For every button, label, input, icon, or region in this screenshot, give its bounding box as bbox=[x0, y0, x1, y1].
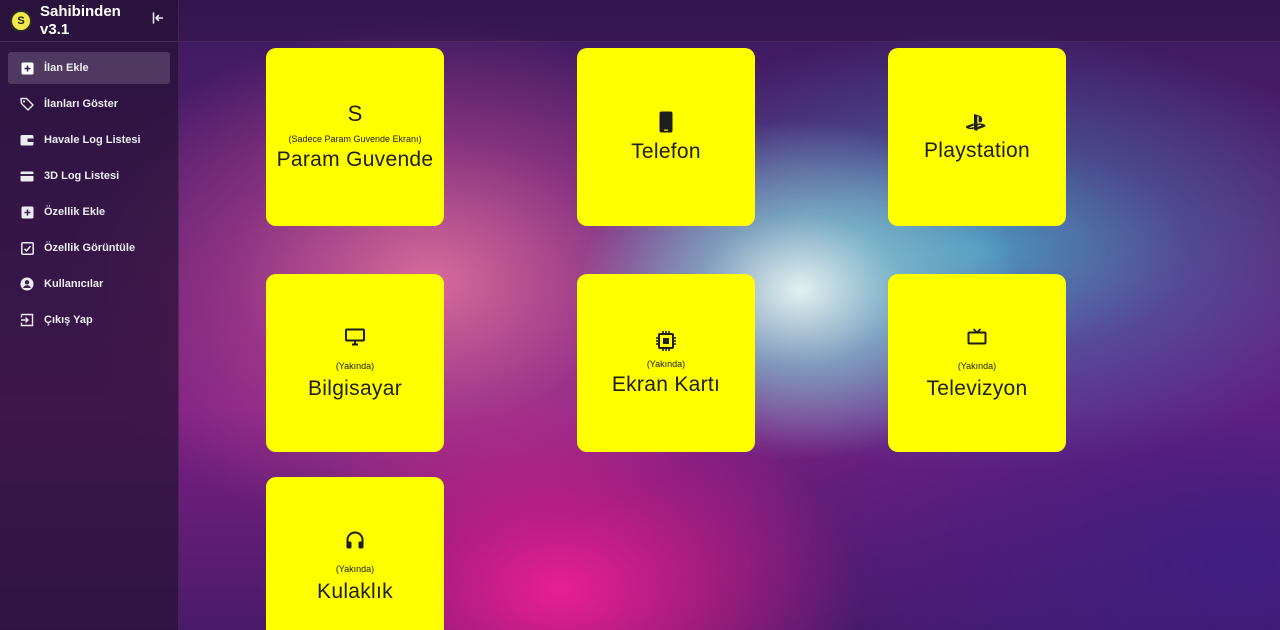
card-ekran-karti[interactable]: (Yakında) Ekran Kartı bbox=[577, 274, 755, 452]
monitor-icon bbox=[345, 325, 365, 349]
sidebar-item-ozellik-ekle[interactable]: Özellik Ekle bbox=[8, 196, 170, 228]
card-telefon[interactable]: Telefon bbox=[577, 48, 755, 226]
card-title: Televizyon bbox=[926, 377, 1028, 400]
sidebar-item-label: İlanları Göster bbox=[44, 98, 118, 110]
sidebar-item-label: Özellik Görüntüle bbox=[44, 242, 136, 254]
card-subtitle: (Yakında) bbox=[335, 564, 375, 574]
add-box-icon bbox=[20, 205, 34, 219]
sidebar-item-ilanlari-goster[interactable]: İlanları Göster bbox=[8, 88, 170, 120]
card-param-guvende[interactable]: S (Sadece Param Guvende Ekranı) Param Gu… bbox=[266, 48, 444, 226]
sidebar-item-label: İlan Ekle bbox=[44, 62, 89, 74]
sidebar-nav: İlan Ekle İlanları Göster Havale Log Lis… bbox=[0, 42, 178, 336]
tag-icon bbox=[20, 97, 34, 111]
headphones-icon bbox=[345, 528, 365, 552]
card-televizyon[interactable]: (Yakında) Televizyon bbox=[888, 274, 1066, 452]
sidebar-item-label: Havale Log Listesi bbox=[44, 134, 141, 146]
card-title: Telefon bbox=[631, 140, 701, 163]
sidebar-item-ilan-ekle[interactable]: İlan Ekle bbox=[8, 52, 170, 84]
sidebar-item-label: Özellik Ekle bbox=[44, 206, 106, 218]
user-circle-icon bbox=[20, 277, 34, 291]
credit-card-icon bbox=[20, 169, 34, 183]
card-title: Param Guvende bbox=[276, 148, 434, 171]
app-title: Sahibinden v3.1 bbox=[40, 2, 121, 38]
smartphone-icon bbox=[659, 110, 673, 134]
card-title: Ekran Kartı bbox=[611, 373, 721, 396]
wallet-icon bbox=[20, 133, 34, 147]
card-title: Bilgisayar bbox=[307, 377, 403, 400]
brand-logo: S bbox=[10, 9, 32, 32]
card-subtitle: (Sadece Param Guvende Ekranı) bbox=[288, 134, 422, 144]
card-subtitle: (Yakında) bbox=[335, 361, 375, 371]
sidebar-item-3d-log-listesi[interactable]: 3D Log Listesi bbox=[8, 160, 170, 192]
chip-icon bbox=[655, 329, 677, 353]
collapse-left-icon bbox=[152, 11, 164, 29]
card-kulaklik[interactable]: (Yakında) Kulaklık bbox=[266, 477, 444, 630]
sidebar: S Sahibinden v3.1 İlan Ekle İlanları Gös… bbox=[0, 0, 179, 630]
letter-s-icon: S bbox=[347, 101, 363, 126]
top-bar bbox=[0, 0, 1280, 42]
card-title: Kulaklık bbox=[317, 580, 393, 603]
checkbox-icon bbox=[20, 241, 34, 255]
sidebar-item-cikis-yap[interactable]: Çıkış Yap bbox=[8, 304, 170, 336]
sidebar-item-label: Çıkış Yap bbox=[44, 314, 93, 326]
sidebar-item-label: 3D Log Listesi bbox=[44, 170, 120, 182]
card-subtitle: (Yakında) bbox=[646, 359, 686, 369]
sidebar-item-label: Kullanıcılar bbox=[44, 278, 104, 290]
sidebar-item-ozellik-goruntule[interactable]: Özellik Görüntüle bbox=[8, 232, 170, 264]
card-playstation[interactable]: Playstation bbox=[888, 48, 1066, 226]
playstation-icon bbox=[965, 111, 989, 135]
sidebar-item-havale-log-listesi[interactable]: Havale Log Listesi bbox=[8, 124, 170, 156]
tv-icon bbox=[967, 325, 987, 349]
add-box-icon bbox=[20, 61, 34, 75]
brand-header: S Sahibinden v3.1 bbox=[0, 0, 178, 42]
card-bilgisayar[interactable]: (Yakında) Bilgisayar bbox=[266, 274, 444, 452]
collapse-sidebar-button[interactable] bbox=[150, 12, 166, 28]
card-subtitle: (Yakında) bbox=[957, 361, 997, 371]
sidebar-item-kullanicilar[interactable]: Kullanıcılar bbox=[8, 268, 170, 300]
logout-icon bbox=[20, 313, 34, 327]
card-title: Playstation bbox=[923, 139, 1031, 162]
